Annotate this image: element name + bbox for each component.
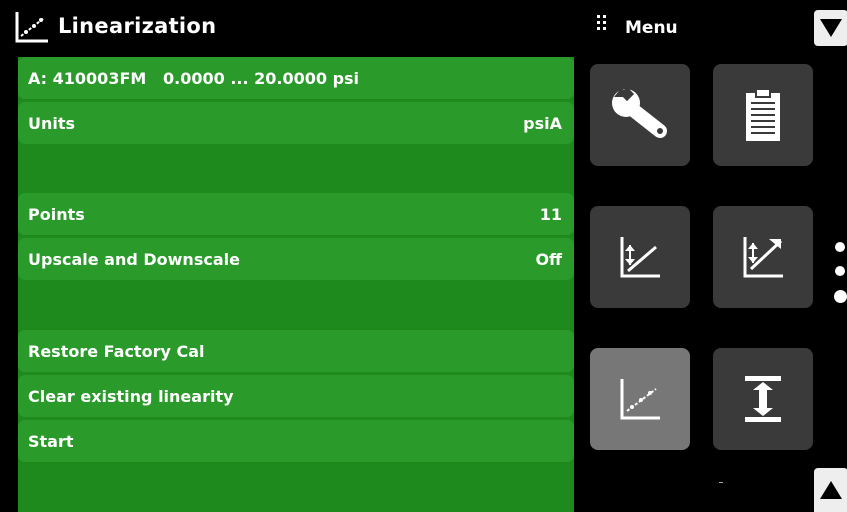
page-indicator[interactable] <box>834 242 847 317</box>
page-dot-active[interactable] <box>834 290 847 303</box>
points-row[interactable]: Points 11 <box>18 193 574 235</box>
grip-icon[interactable] <box>597 14 607 33</box>
clear-linearity-label: Clear existing linearity <box>28 386 234 406</box>
report-tile[interactable] <box>713 64 813 166</box>
divider <box>719 482 723 483</box>
units-value: psiA <box>523 113 562 133</box>
page-title: Linearization <box>58 14 217 38</box>
upscale-downscale-value: Off <box>535 249 562 269</box>
sensor-range-text: A: 410003FM 0.0000 ... 20.0000 psi <box>28 68 360 88</box>
units-label: Units <box>28 113 76 133</box>
settings-tile[interactable] <box>590 64 690 166</box>
triangle-down-icon <box>820 19 842 37</box>
points-value: 11 <box>539 204 562 224</box>
restore-factory-cal-label: Restore Factory Cal <box>28 341 205 361</box>
height-adjust-icon <box>745 376 781 422</box>
restore-factory-cal-button[interactable]: Restore Factory Cal <box>18 330 574 372</box>
menu-label[interactable]: Menu <box>625 18 678 38</box>
start-button[interactable]: Start <box>18 420 574 462</box>
scroll-down-button[interactable] <box>814 10 847 46</box>
span-tile[interactable] <box>713 206 813 308</box>
span-chart-icon <box>743 237 783 278</box>
upscale-downscale-row[interactable]: Upscale and Downscale Off <box>18 238 574 280</box>
zero-chart-icon <box>620 237 660 278</box>
upscale-downscale-label: Upscale and Downscale <box>28 249 240 269</box>
clear-linearity-button[interactable]: Clear existing linearity <box>18 375 574 417</box>
page-dot[interactable] <box>835 266 845 276</box>
start-label: Start <box>28 431 74 451</box>
scroll-up-button[interactable] <box>814 468 847 512</box>
points-label: Points <box>28 204 85 224</box>
head-correction-tile[interactable] <box>713 348 813 450</box>
wrench-icon <box>612 86 667 138</box>
linearization-chart-icon <box>14 10 50 44</box>
zero-tile[interactable] <box>590 206 690 308</box>
linearization-chart-icon <box>620 379 660 420</box>
linearization-tile[interactable] <box>590 348 690 450</box>
clipboard-icon <box>746 88 780 141</box>
units-row[interactable]: Units psiA <box>18 102 574 144</box>
triangle-up-icon <box>820 481 842 499</box>
page-dot[interactable] <box>835 242 845 252</box>
sensor-range-row[interactable]: A: 410003FM 0.0000 ... 20.0000 psi <box>18 57 574 99</box>
